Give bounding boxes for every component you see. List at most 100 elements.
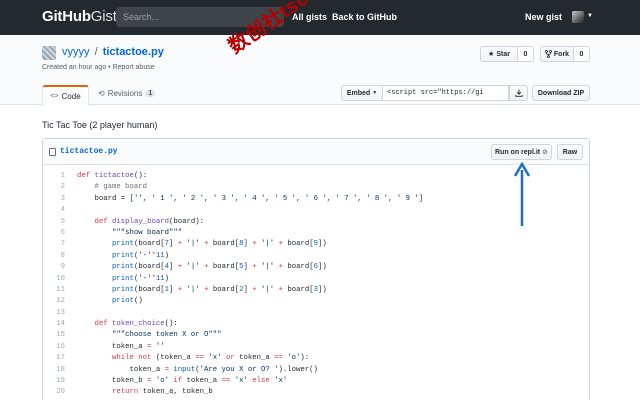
gist-description: Tic Tac Toe (2 player human) bbox=[42, 120, 158, 130]
arrow-annotation bbox=[513, 162, 531, 226]
file-header: tictactoe.py Run on repl.it ⊘ Raw bbox=[43, 139, 589, 165]
file-name-link[interactable]: tictactoe.py bbox=[60, 147, 118, 156]
owner-avatar[interactable] bbox=[42, 46, 56, 60]
user-avatar[interactable] bbox=[572, 11, 584, 23]
history-icon: ⟲ bbox=[98, 89, 105, 98]
download-button[interactable] bbox=[509, 85, 528, 101]
code-line: 20 return token_a, token_b bbox=[43, 387, 589, 398]
new-gist-link[interactable]: New gist bbox=[525, 12, 562, 22]
code-line: 2 # game board bbox=[43, 182, 589, 193]
code-icon: <> bbox=[50, 93, 59, 100]
owner-link[interactable]: vyyyy bbox=[62, 46, 90, 58]
line-number[interactable]: 14 bbox=[43, 319, 65, 330]
line-number[interactable]: 15 bbox=[43, 330, 65, 341]
line-number[interactable]: 16 bbox=[43, 342, 65, 353]
replit-icon: ⊘ bbox=[542, 149, 548, 156]
meta-bullet: • bbox=[108, 64, 111, 71]
line-source: while not (token_a == 'x' or token_a == … bbox=[112, 354, 310, 363]
line-number[interactable]: 8 bbox=[43, 251, 65, 262]
star-label: Star bbox=[496, 50, 510, 58]
star-icon: ★ bbox=[488, 51, 495, 58]
tab-revisions-label: Revisions bbox=[107, 89, 143, 98]
fork-count[interactable]: 0 bbox=[574, 46, 590, 62]
line-number[interactable]: 1 bbox=[43, 171, 65, 182]
embed-label: Embed bbox=[346, 89, 371, 97]
logo-primary: GitHub bbox=[42, 8, 91, 25]
line-number[interactable]: 20 bbox=[43, 387, 65, 398]
caret-icon[interactable]: ▼ bbox=[587, 13, 593, 19]
line-number[interactable]: 7 bbox=[43, 239, 65, 250]
code-line: 19 token_b = 'o' if token_a == 'x' else … bbox=[43, 376, 589, 387]
embed-url-field[interactable]: <script src="https://gi bbox=[383, 85, 509, 101]
line-number[interactable]: 4 bbox=[43, 205, 65, 216]
code-line: 17 while not (token_a == 'x' or token_a … bbox=[43, 353, 589, 364]
line-number[interactable]: 10 bbox=[43, 274, 65, 285]
code-line: 4 bbox=[43, 205, 589, 216]
code-line: 1 def tictactoe(): bbox=[43, 171, 589, 182]
line-number[interactable]: 13 bbox=[43, 308, 65, 319]
line-source: print() bbox=[112, 297, 143, 306]
line-source: board = ['', ' 1 ', ' 2 ', ' 3 ', ' 4 ',… bbox=[77, 194, 424, 203]
line-number[interactable]: 6 bbox=[43, 228, 65, 239]
fork-label: Fork bbox=[553, 50, 570, 58]
line-number[interactable]: 17 bbox=[43, 353, 65, 364]
code-line: 12 print() bbox=[43, 296, 589, 307]
code-line: 10 print('-'*11) bbox=[43, 274, 589, 285]
line-number[interactable]: 3 bbox=[43, 194, 65, 205]
report-abuse-link[interactable]: Report abuse bbox=[113, 64, 155, 71]
line-number[interactable]: 5 bbox=[43, 217, 65, 228]
line-number[interactable]: 12 bbox=[43, 296, 65, 307]
code-line: 9 print(board[4] + '|' + board[5] + '|' … bbox=[43, 262, 589, 273]
code-line: 3 board = ['', ' 1 ', ' 2 ', ' 3 ', ' 4 … bbox=[43, 194, 589, 205]
github-gist-logo[interactable]: GitHubGist bbox=[42, 8, 117, 25]
line-source: token_b = 'o' if token_a == 'x' else 'x' bbox=[77, 377, 288, 386]
star-count[interactable]: 0 bbox=[518, 46, 534, 62]
run-on-replit-button[interactable]: Run on repl.it ⊘ bbox=[491, 144, 552, 160]
top-header: GitHubGist Search... All gists Back to G… bbox=[0, 0, 640, 35]
line-number[interactable]: 2 bbox=[43, 182, 65, 193]
revisions-count: 1 bbox=[145, 90, 156, 97]
logo-secondary: Gist bbox=[90, 8, 117, 25]
line-source: """show board""" bbox=[112, 228, 183, 237]
line-number[interactable]: 19 bbox=[43, 376, 65, 387]
download-zip-button[interactable]: Download ZIP bbox=[532, 85, 590, 101]
line-source: def tictactoe(): bbox=[77, 172, 148, 180]
run-on-replit-label: Run on repl.it bbox=[495, 148, 541, 156]
nav-back-to-github[interactable]: Back to GitHub bbox=[332, 12, 397, 22]
code-line: 16 token_a = '' bbox=[43, 342, 589, 353]
line-source: token_a = input('Are you X or O? ').lowe… bbox=[77, 365, 318, 374]
gist-filename-link[interactable]: tictactoe.py bbox=[103, 46, 164, 58]
star-button[interactable]: ★ Star bbox=[480, 46, 518, 62]
code-line: 7 print(board[7] + '|' + board[8] + '|' … bbox=[43, 239, 589, 250]
file-box: tictactoe.py Run on repl.it ⊘ Raw 1 def t… bbox=[42, 138, 590, 400]
code-listing: 1 def tictactoe(): 2 # game board 3 board =… bbox=[43, 171, 589, 400]
line-source: print(board[1] + '|' + board[2] + '|' + … bbox=[112, 285, 327, 294]
line-source: # game board bbox=[94, 183, 148, 192]
code-line: 14 def token_choice(): bbox=[43, 319, 589, 330]
code-line: 8 print('-'*11) bbox=[43, 251, 589, 262]
embed-dropdown[interactable]: Embed ▼ bbox=[341, 85, 383, 101]
fork-icon bbox=[545, 50, 552, 58]
code-line: 15 """choose token X or O""" bbox=[43, 330, 589, 341]
download-zip-label: Download ZIP bbox=[537, 89, 585, 97]
title-separator: / bbox=[94, 46, 98, 58]
tab-revisions[interactable]: ⟲ Revisions 1 bbox=[98, 89, 156, 98]
chevron-down-icon: ▼ bbox=[372, 90, 378, 96]
code-line: 6 """show board""" bbox=[43, 228, 589, 239]
line-source: print('-'*11) bbox=[112, 274, 170, 283]
code-line: 13 bbox=[43, 308, 589, 319]
fork-button[interactable]: Fork bbox=[540, 46, 574, 62]
gist-title: vyyyy / tictactoe.py bbox=[62, 46, 164, 58]
code-line: 18 token_a = input('Are you X or O? ').l… bbox=[43, 365, 589, 376]
raw-button[interactable]: Raw bbox=[557, 144, 583, 160]
line-number[interactable]: 9 bbox=[43, 262, 65, 273]
tab-code[interactable]: <> Code bbox=[42, 85, 89, 106]
code-line: 5 def display_board(board): bbox=[43, 217, 589, 228]
file-icon bbox=[49, 148, 56, 156]
gist-meta: Created an hour ago • Report abuse bbox=[42, 64, 155, 71]
line-number[interactable]: 18 bbox=[43, 365, 65, 376]
code-line: 11 print(board[1] + '|' + board[2] + '|'… bbox=[43, 285, 589, 296]
line-number[interactable]: 11 bbox=[43, 285, 65, 296]
line-source: print('-'*11) bbox=[112, 251, 170, 260]
line-source: """choose token X or O""" bbox=[112, 331, 222, 340]
